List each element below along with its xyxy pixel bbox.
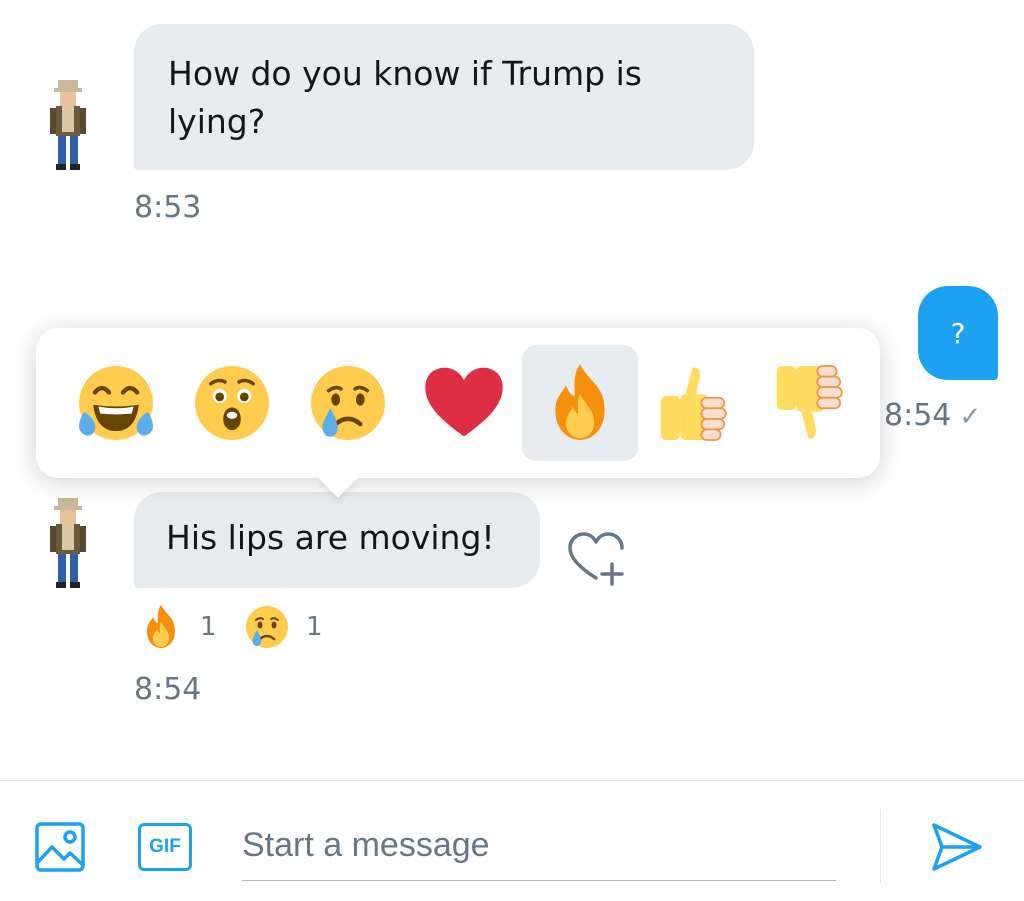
reaction-count: 1 bbox=[306, 612, 323, 642]
avatar-image bbox=[50, 498, 86, 588]
reaction-surprised[interactable] bbox=[174, 345, 290, 461]
message-composer: GIF bbox=[0, 780, 1024, 901]
reaction-fire[interactable] bbox=[522, 345, 638, 461]
reaction-picker bbox=[36, 328, 880, 478]
image-icon[interactable] bbox=[34, 821, 86, 873]
message-input[interactable] bbox=[242, 811, 836, 881]
reaction-thumbs-up[interactable] bbox=[638, 345, 754, 461]
add-reaction-icon[interactable] bbox=[566, 530, 626, 586]
message-text: ? bbox=[950, 316, 966, 350]
laughing-tears-icon bbox=[79, 366, 153, 440]
message-timestamp: 8:53 bbox=[134, 190, 202, 225]
reaction-crying[interactable] bbox=[290, 345, 406, 461]
gif-button[interactable]: GIF bbox=[138, 823, 192, 871]
composer-divider bbox=[880, 809, 881, 883]
reaction-thumbs-down[interactable] bbox=[754, 345, 870, 461]
avatar-image bbox=[50, 80, 86, 170]
message-text: His lips are moving! bbox=[166, 518, 495, 557]
reaction-heart[interactable] bbox=[406, 345, 522, 461]
surprised-icon bbox=[195, 366, 269, 440]
message-bubble[interactable]: How do you know if Trump is lying? bbox=[134, 24, 754, 170]
reaction-chip-crying[interactable]: 1 bbox=[242, 602, 323, 652]
crying-icon bbox=[244, 604, 290, 650]
message-bubble-outgoing[interactable]: ? bbox=[918, 286, 998, 380]
reaction-laughing[interactable] bbox=[58, 345, 174, 461]
crying-icon bbox=[304, 359, 392, 447]
heart-icon bbox=[425, 367, 503, 437]
send-icon[interactable] bbox=[928, 819, 984, 875]
fire-icon bbox=[555, 364, 605, 440]
avatar[interactable] bbox=[44, 494, 92, 590]
sent-check-icon: ✓ bbox=[959, 402, 982, 432]
reaction-count: 1 bbox=[200, 612, 217, 642]
message-timestamp: 8:54 ✓ bbox=[884, 398, 981, 433]
avatar[interactable] bbox=[44, 76, 92, 172]
message-bubble[interactable]: His lips are moving! bbox=[134, 492, 540, 588]
gif-label: GIF bbox=[149, 836, 181, 857]
message-timestamp: 8:54 bbox=[134, 672, 202, 707]
timestamp-text: 8:54 bbox=[884, 398, 952, 433]
thumbs-down-icon bbox=[776, 365, 843, 439]
fire-icon bbox=[147, 605, 175, 648]
message-text: How do you know if Trump is lying? bbox=[168, 54, 642, 141]
reaction-chip-fire[interactable]: 1 bbox=[136, 602, 217, 652]
thumbs-up-icon bbox=[660, 367, 727, 441]
